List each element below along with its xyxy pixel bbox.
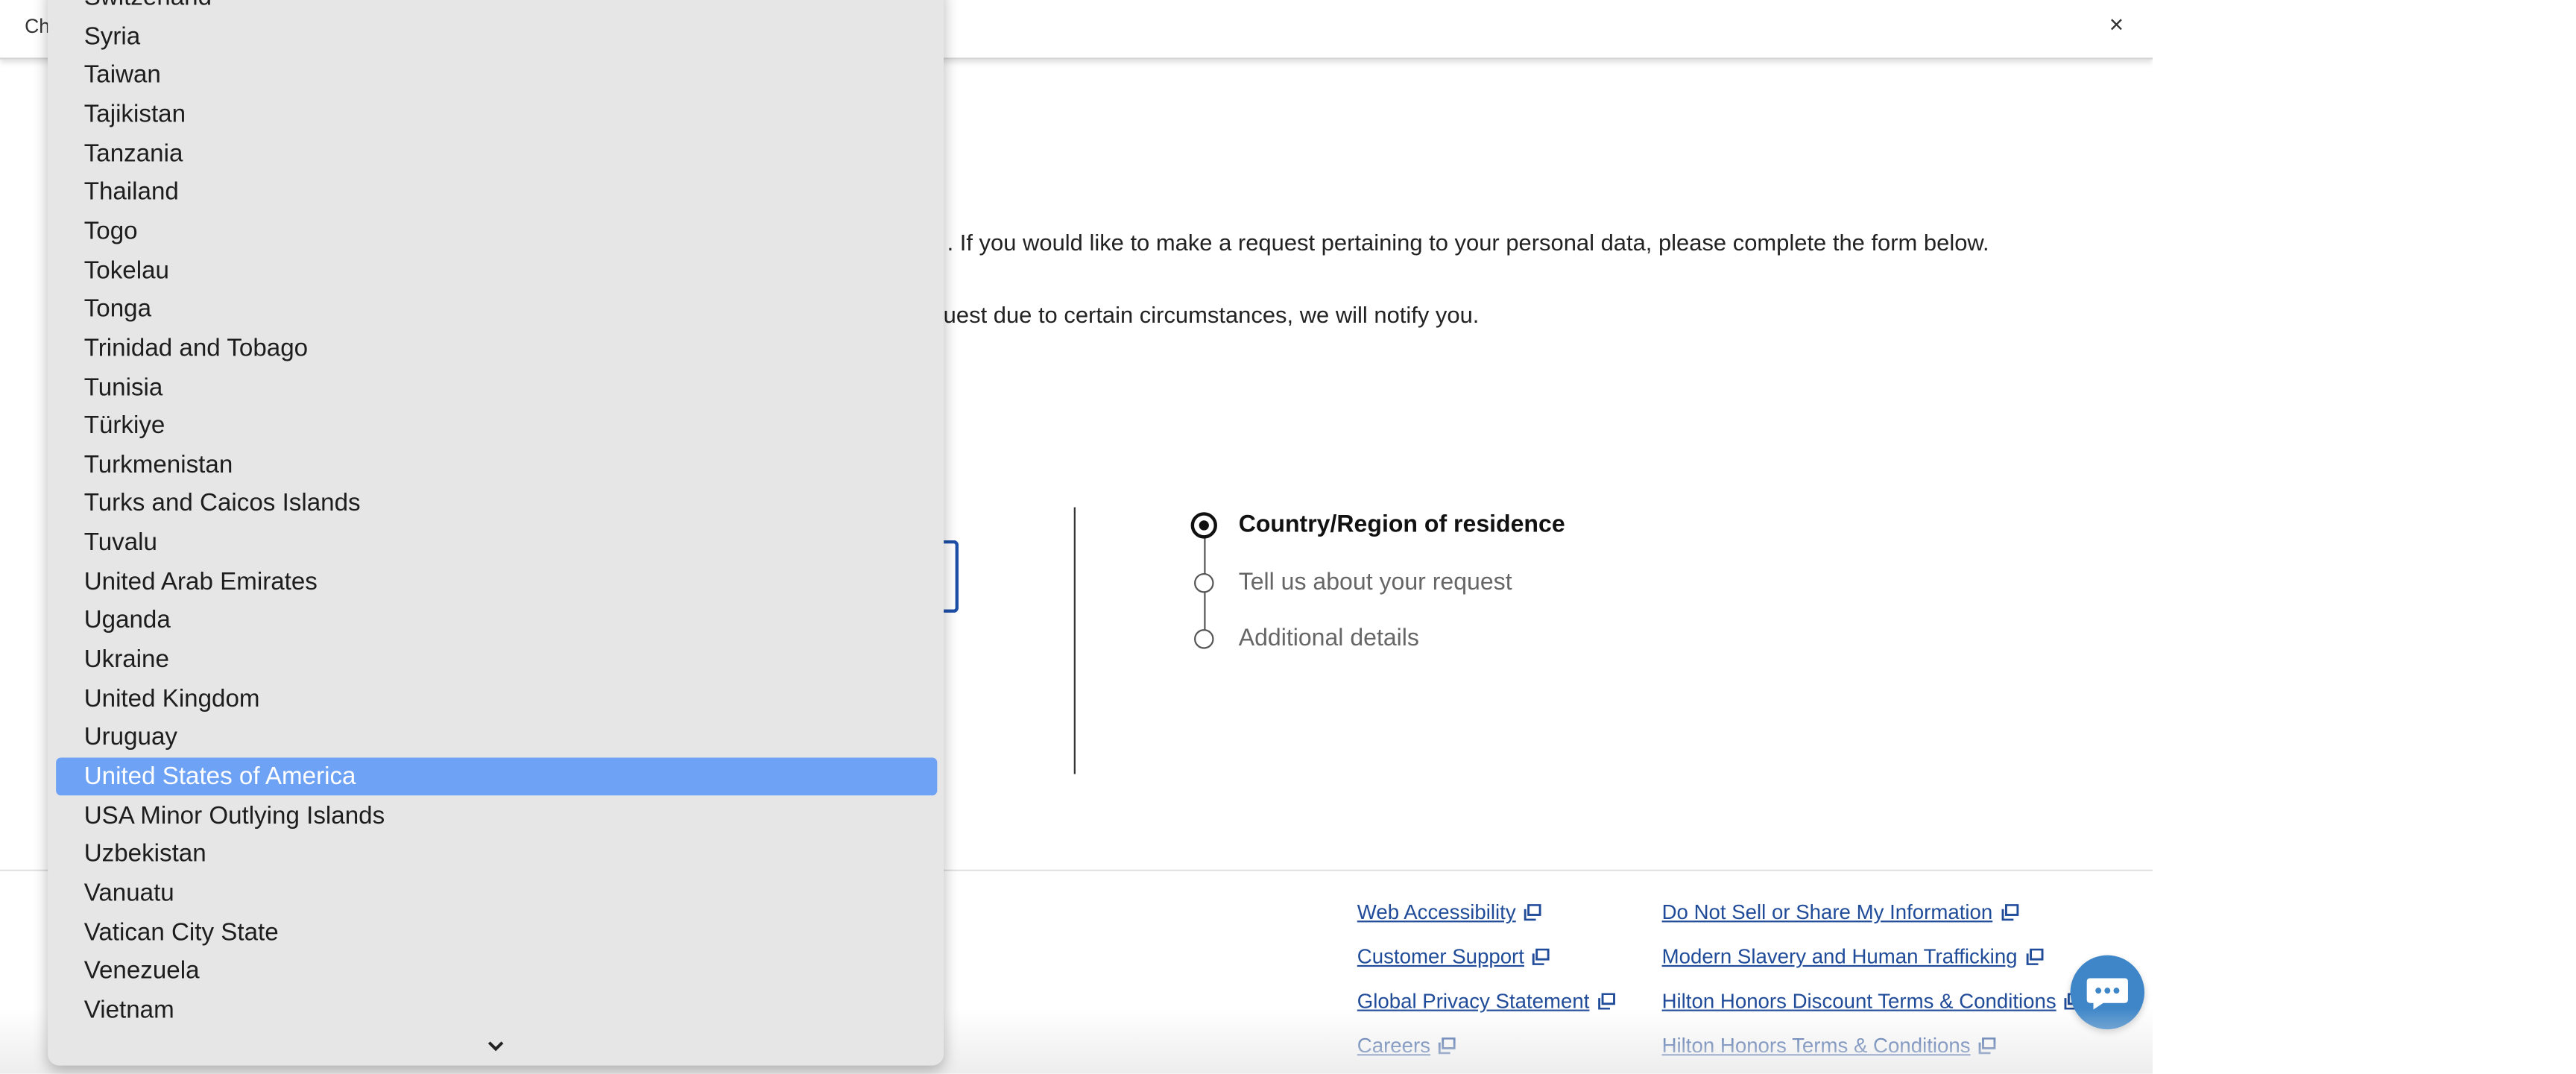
dropdown-option[interactable]: Uganda (56, 601, 937, 639)
footer-link-modern-slavery[interactable]: Modern Slavery and Human Trafficking (1662, 945, 2044, 968)
dropdown-option[interactable]: Turks and Caicos Islands (56, 485, 937, 523)
dropdown-option[interactable]: Togo (56, 212, 937, 250)
step-label: Tell us about your request (1238, 569, 1512, 596)
country-dropdown-list[interactable]: Switzerland SyriaTaiwanTajikistanTanzania… (48, 0, 944, 1066)
dropdown-option[interactable]: USA Minor Outlying Islands (56, 797, 937, 835)
step-pending-icon (1194, 572, 1214, 593)
footer-link-label: Hilton Honors Terms & Conditions (1661, 1034, 1971, 1058)
dropdown-option[interactable]: Ukraine (56, 641, 937, 679)
step-label: Additional details (1238, 625, 1419, 653)
intro-text-line-1: . If you would like to make a request pe… (947, 229, 1989, 256)
dropdown-option[interactable]: Venezuela (56, 953, 937, 991)
footer-link-web-accessibility[interactable]: Web Accessibility (1357, 901, 1542, 924)
dropdown-option[interactable]: Uzbekistan (56, 835, 937, 874)
progress-stepper: Country/Region of residence Tell us abou… (1190, 509, 1685, 674)
dropdown-option[interactable]: United Arab Emirates (56, 563, 937, 601)
external-link-icon (1979, 1037, 1997, 1055)
step-label: Country/Region of residence (1238, 512, 1565, 539)
external-link-icon (2026, 948, 2044, 965)
dropdown-option[interactable]: Switzerland (56, 0, 937, 16)
footer-link-label: Modern Slavery and Human Trafficking (1661, 945, 2018, 969)
step-pending-icon (1194, 629, 1214, 649)
dropdown-option[interactable]: Tajikistan (56, 95, 937, 133)
footer-link-global-privacy[interactable]: Global Privacy Statement (1357, 990, 1616, 1013)
footer-link-careers[interactable]: Careers (1357, 1034, 1457, 1058)
viewport: Ch × . If you would like to make a reque… (0, 0, 2576, 1074)
external-link-icon (1532, 948, 1550, 965)
footer-link-label: Web Accessibility (1357, 900, 1516, 924)
footer-link-label: Customer Support (1357, 945, 1524, 969)
footer-link-honors-discount-terms[interactable]: Hilton Honors Discount Terms & Condition… (1662, 990, 2083, 1013)
dropdown-option[interactable]: Tuvalu (56, 524, 937, 562)
chat-bubble-icon (2086, 978, 2128, 1010)
external-link-icon (1524, 904, 1542, 921)
footer-link-honors-terms[interactable]: Hilton Honors Terms & Conditions (1662, 1034, 1997, 1058)
footer-link-label: Hilton Honors Discount Terms & Condition… (1661, 990, 2056, 1013)
dropdown-option[interactable]: Trinidad and Tobago (56, 329, 937, 367)
footer-link-label: Global Privacy Statement (1357, 990, 1590, 1013)
footer-link-label: Careers (1357, 1034, 1431, 1058)
dropdown-option[interactable]: United States of America (56, 757, 938, 796)
dropdown-option[interactable]: Turkmenistan (56, 446, 937, 484)
chevron-down-icon[interactable] (484, 1036, 508, 1056)
dropdown-option[interactable]: Türkiye (56, 407, 937, 445)
external-link-icon (1598, 993, 1616, 1010)
dropdown-option[interactable]: Vanuatu (56, 874, 937, 912)
step-additional: Additional details (1191, 622, 1419, 655)
dropdown-option[interactable]: Vatican City State (56, 913, 937, 951)
external-link-icon (1439, 1037, 1456, 1055)
dropdown-option[interactable]: Uruguay (56, 718, 937, 756)
step-country: Country/Region of residence (1190, 509, 1565, 542)
dropdown-option[interactable]: Tonga (56, 290, 937, 328)
chat-button[interactable] (2070, 955, 2145, 1030)
external-link-icon (2001, 904, 2018, 921)
dropdown-option[interactable]: Thailand (56, 174, 937, 212)
step-request: Tell us about your request (1191, 566, 1512, 599)
dropdown-option[interactable]: Tokelau (56, 251, 937, 289)
close-icon[interactable]: × (2102, 11, 2132, 41)
footer-link-do-not-sell[interactable]: Do Not Sell or Share My Information (1662, 901, 2019, 924)
dropdown-option[interactable]: Vietnam (56, 991, 937, 1029)
step-current-icon (1190, 512, 1217, 539)
footer-link-customer-support[interactable]: Customer Support (1357, 945, 1551, 968)
section-divider (1073, 507, 1076, 774)
dropdown-option[interactable]: Taiwan (56, 57, 937, 95)
modal-title: Ch (25, 14, 51, 38)
intro-text-line-2: quest due to certain circumstances, we w… (930, 301, 1480, 328)
dropdown-option[interactable]: Syria (56, 18, 937, 56)
dropdown-option[interactable]: Tanzania (56, 134, 937, 172)
dropdown-option[interactable]: United Kingdom (56, 680, 937, 718)
footer-link-label: Do Not Sell or Share My Information (1661, 900, 1993, 924)
dropdown-option[interactable]: Tunisia (56, 368, 937, 406)
